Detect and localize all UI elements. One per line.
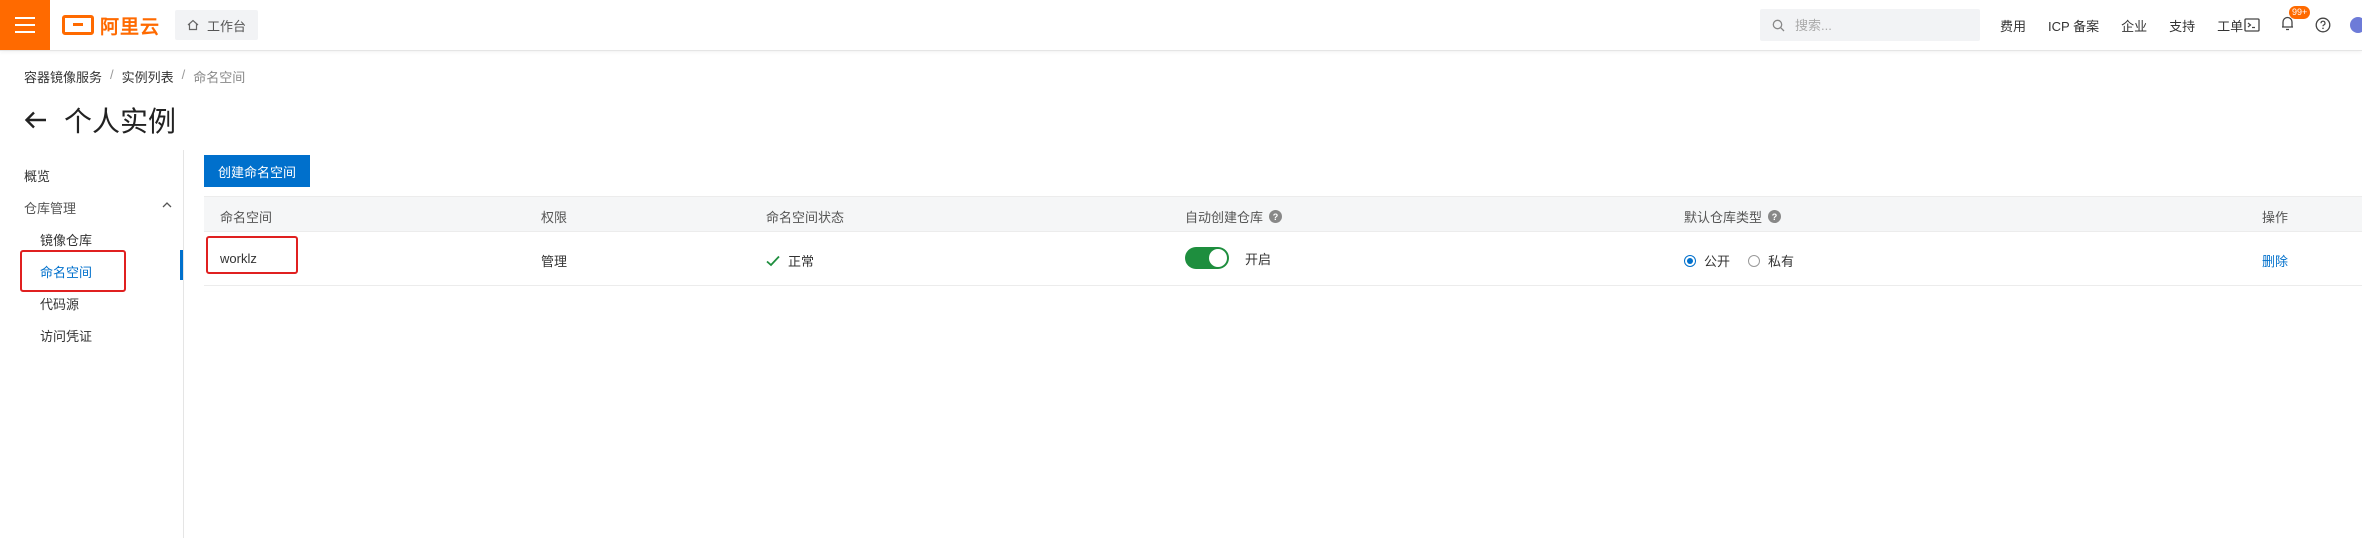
search-input[interactable] xyxy=(1793,16,1967,34)
sidebar-item-access-credentials[interactable]: 访问凭证 xyxy=(40,326,92,345)
nav-link-icp[interactable]: ICP 备案 xyxy=(2048,16,2099,35)
column-header-default-type-label: 默认仓库类型 xyxy=(1684,210,1763,225)
auto-create-toggle-label: 开启 xyxy=(1245,251,1272,267)
breadcrumb-item-registry[interactable]: 容器镜像服务 xyxy=(24,67,102,86)
top-navigation-bar: 阿里云 工作台 费用 ICP 备案 企业 支持 工单 99+ xyxy=(0,0,2362,51)
default-type-cell: 公开 私有 xyxy=(1684,251,1794,270)
table-row: worklz 管理 正常 开启 公开 私有 删除 xyxy=(204,232,2362,286)
radio-public-label[interactable]: 公开 xyxy=(1704,251,1730,270)
notification-badge: 99+ xyxy=(2289,5,2311,19)
breadcrumb-item-instances[interactable]: 实例列表 xyxy=(122,67,174,86)
sidebar-group-repo-management[interactable]: 仓库管理 xyxy=(24,198,76,217)
side-navigation: 概览 仓库管理 镜像仓库 命名空间 代码源 访问凭证 xyxy=(0,150,184,538)
top-nav-links: 费用 ICP 备案 企业 支持 工单 xyxy=(2000,0,2243,50)
status-cell: 正常 xyxy=(766,251,814,270)
radio-private-label[interactable]: 私有 xyxy=(1768,251,1794,270)
breadcrumb-separator: / xyxy=(181,67,186,82)
terminal-icon[interactable] xyxy=(2244,18,2260,32)
auto-create-toggle[interactable] xyxy=(1185,247,1229,269)
aliyun-logo[interactable]: 阿里云 xyxy=(62,12,160,38)
column-header-auto-create: 自动创建仓库 ? xyxy=(1185,207,1283,226)
table-header: 命名空间 权限 命名空间状态 自动创建仓库 ? 默认仓库类型 ? 操作 xyxy=(204,196,2362,232)
column-header-auto-create-label: 自动创建仓库 xyxy=(1185,210,1264,225)
logo-text: 阿里云 xyxy=(100,16,161,38)
sidebar-item-overview[interactable]: 概览 xyxy=(24,166,50,185)
home-icon xyxy=(187,19,199,31)
column-header-status: 命名空间状态 xyxy=(766,210,845,225)
status-text: 正常 xyxy=(788,254,815,269)
help-icon[interactable] xyxy=(2315,17,2331,33)
radio-public[interactable] xyxy=(1684,254,1696,267)
user-avatar[interactable] xyxy=(2350,17,2362,33)
auto-create-cell: 开启 xyxy=(1185,247,1271,269)
nav-link-enterprise[interactable]: 企业 xyxy=(2121,16,2147,35)
breadcrumb: 容器镜像服务 / 实例列表 / 命名空间 xyxy=(24,67,245,86)
radio-private[interactable] xyxy=(1748,254,1761,267)
nav-link-ticket[interactable]: 工单 xyxy=(2217,16,2243,35)
delete-link[interactable]: 删除 xyxy=(2262,251,2288,270)
chevron-up-icon[interactable] xyxy=(162,201,172,209)
top-nav-icons: 99+ xyxy=(2244,0,2331,50)
breadcrumb-separator: / xyxy=(110,67,114,82)
workbench-button[interactable]: 工作台 xyxy=(175,10,259,40)
column-header-namespace: 命名空间 xyxy=(220,210,273,225)
sidebar-active-indicator xyxy=(180,250,183,280)
question-mark-icon[interactable]: ? xyxy=(1768,210,1782,223)
arrow-left-icon[interactable] xyxy=(24,110,48,130)
hamburger-menu-icon[interactable] xyxy=(0,0,50,50)
page-header: 个人实例 xyxy=(24,100,176,140)
highlight-box-namespace-name xyxy=(206,236,298,274)
notification-button[interactable]: 99+ xyxy=(2280,5,2311,36)
search-box[interactable] xyxy=(1760,9,1980,41)
question-mark-icon[interactable]: ? xyxy=(1269,210,1283,223)
permission-value: 管理 xyxy=(541,254,568,269)
workbench-label: 工作台 xyxy=(207,18,247,34)
nav-link-billing[interactable]: 费用 xyxy=(2000,16,2026,35)
search-icon xyxy=(1772,19,1785,31)
sidebar-item-code-sources[interactable]: 代码源 xyxy=(40,294,79,313)
column-header-default-type: 默认仓库类型 ? xyxy=(1684,207,1782,226)
page-title: 个人实例 xyxy=(64,106,177,137)
check-icon xyxy=(766,255,780,266)
aliyun-logo-mark-icon xyxy=(62,15,94,35)
highlight-box-sidebar-namespace xyxy=(20,250,126,292)
breadcrumb-item-current: 命名空间 xyxy=(193,70,246,85)
column-header-actions: 操作 xyxy=(2262,210,2289,225)
create-namespace-button[interactable]: 创建命名空间 xyxy=(204,155,310,187)
sidebar-item-image-repos[interactable]: 镜像仓库 xyxy=(40,230,92,249)
column-header-permission: 权限 xyxy=(541,210,568,225)
nav-link-support[interactable]: 支持 xyxy=(2169,16,2195,35)
